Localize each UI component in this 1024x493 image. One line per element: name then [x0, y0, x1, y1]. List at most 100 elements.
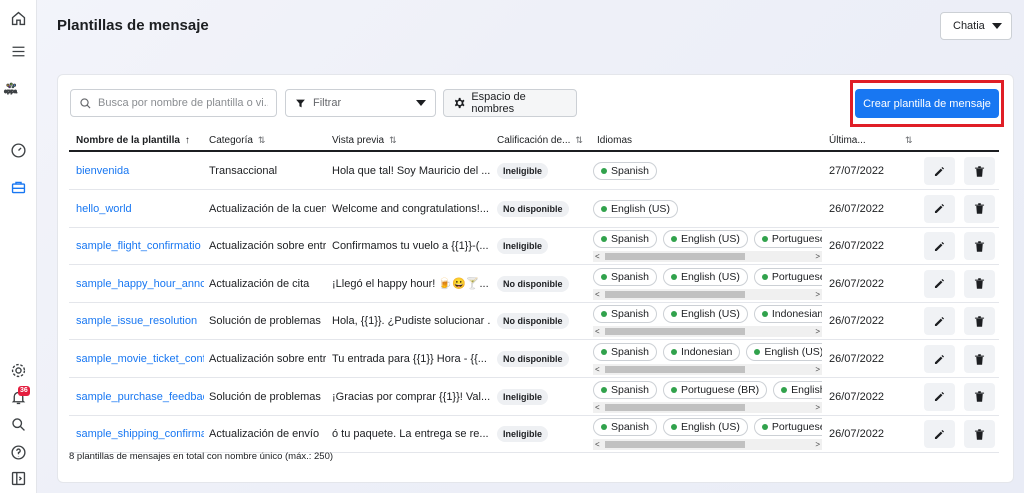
edit-template-button[interactable]	[924, 232, 955, 261]
scroll-left-icon[interactable]: <	[595, 290, 600, 299]
delete-template-button[interactable]	[964, 307, 995, 336]
status-dot-icon	[670, 273, 677, 280]
column-header-score[interactable]: Calificación de... ⇅	[497, 135, 583, 146]
funnel-icon	[296, 99, 305, 107]
scroll-thumb[interactable]	[605, 403, 745, 411]
delete-template-button[interactable]	[964, 232, 995, 261]
namespace-button[interactable]: Espacio de nombres	[443, 89, 577, 117]
menu-icon[interactable]	[9, 42, 28, 61]
languages-scrollbar[interactable]: < >	[593, 364, 822, 375]
delete-template-button[interactable]	[964, 420, 995, 449]
template-name-link[interactable]: sample_happy_hour_annc	[76, 265, 204, 303]
scroll-right-icon[interactable]: >	[815, 327, 820, 336]
column-header-name[interactable]: Nombre de la plantilla ↑	[76, 135, 190, 146]
scroll-thumb[interactable]	[605, 253, 745, 261]
help-icon[interactable]	[9, 443, 28, 462]
languages-list: Spanish Portuguese (BR) English (US	[593, 380, 822, 399]
column-header-updated[interactable]: Última...	[829, 135, 866, 146]
quality-score: No disponible	[497, 340, 589, 378]
caret-down-icon	[416, 100, 426, 106]
scroll-left-icon[interactable]: <	[595, 327, 600, 336]
quality-score: Ineligible	[497, 227, 589, 265]
edit-template-button[interactable]	[924, 157, 955, 185]
status-dot-icon	[601, 205, 607, 212]
table-row: sample_issue_resolution Solución de probl…	[69, 302, 999, 341]
search-box[interactable]	[70, 89, 277, 117]
template-category: Transaccional	[209, 165, 278, 177]
pencil-icon	[933, 240, 946, 253]
scroll-right-icon[interactable]: >	[815, 365, 820, 374]
template-preview: ¡Gracias por comprar {{1}}! Val...	[332, 390, 490, 403]
scroll-thumb[interactable]	[605, 290, 745, 298]
status-dot-icon	[761, 273, 768, 280]
template-name-link[interactable]: sample_purchase_feedbac	[76, 378, 204, 416]
dashboard-gauge-icon[interactable]	[9, 141, 28, 160]
scroll-left-icon[interactable]: <	[595, 252, 600, 261]
home-icon[interactable]	[9, 9, 28, 28]
search-input[interactable]	[98, 97, 268, 109]
sidebar-toggle-icon[interactable]	[9, 469, 28, 488]
toolbox-icon[interactable]	[9, 178, 28, 197]
template-preview: Hola, {{1}}. ¿Pudiste solucionar ...	[332, 315, 490, 328]
pencil-icon	[933, 277, 946, 290]
scroll-right-icon[interactable]: >	[815, 403, 820, 412]
edit-template-button[interactable]	[924, 307, 955, 336]
scroll-left-icon[interactable]: <	[595, 440, 600, 449]
edit-template-button[interactable]	[924, 194, 955, 223]
column-header-updated-sort[interactable]: ⇅	[905, 135, 913, 146]
filter-dropdown[interactable]: Filtrar	[285, 89, 436, 117]
template-preview: ó tu paquete. La entrega se re...	[332, 428, 489, 441]
languages-list: Spanish Indonesian English (US)	[593, 343, 822, 361]
languages-cell: SpanishEnglish (US)Portuguese (BR<>	[593, 415, 826, 453]
languages-scrollbar[interactable]: < >	[593, 288, 822, 300]
column-header-preview[interactable]: Vista previa ⇅	[332, 135, 397, 146]
scroll-right-icon[interactable]: >	[815, 440, 820, 449]
scroll-right-icon[interactable]: >	[815, 252, 820, 261]
account-selector[interactable]: Chatia	[940, 12, 1012, 40]
settings-gear-icon[interactable]	[9, 361, 28, 380]
create-template-button[interactable]: Crear plantilla de mensaje	[855, 89, 999, 118]
delete-template-button[interactable]	[964, 194, 995, 223]
delete-template-button[interactable]	[964, 345, 995, 373]
scroll-left-icon[interactable]: <	[595, 403, 600, 412]
languages-cell: English (US)	[593, 190, 826, 228]
scroll-thumb[interactable]	[605, 441, 745, 449]
delete-template-button[interactable]	[964, 269, 995, 298]
languages-scrollbar[interactable]: < >	[593, 439, 822, 451]
scroll-right-icon[interactable]: >	[815, 290, 820, 299]
table-row: bienvenida Transaccional Hola que tal! Soy…	[69, 152, 999, 190]
languages-scrollbar[interactable]: < >	[593, 326, 822, 338]
template-name-link[interactable]: hello_world	[76, 190, 204, 228]
edit-template-button[interactable]	[924, 345, 955, 373]
languages-scrollbar[interactable]: < >	[593, 251, 822, 263]
template-name-link[interactable]: sample_flight_confirmatio	[76, 227, 204, 265]
language-chip: Portuguese (BR	[753, 418, 822, 437]
column-header-category[interactable]: Categoría ⇅	[209, 135, 265, 146]
trash-icon	[973, 315, 986, 328]
scroll-thumb[interactable]	[605, 328, 745, 336]
pencil-icon	[933, 353, 946, 366]
template-preview: Welcome and congratulations!...	[332, 202, 489, 215]
last-updated-date: 26/07/2022	[829, 353, 885, 365]
template-name-link[interactable]: sample_shipping_confirma	[76, 415, 204, 453]
edit-template-button[interactable]	[924, 420, 955, 449]
delete-template-button[interactable]	[964, 157, 995, 185]
page-title: Plantillas de mensaje	[57, 17, 209, 34]
search-icon[interactable]	[9, 415, 28, 434]
last-updated-date: 27/07/2022	[829, 165, 885, 177]
template-name-link[interactable]: bienvenida	[76, 152, 204, 190]
template-name-link[interactable]: sample_issue_resolution	[76, 302, 204, 340]
quality-score-badge: No disponible	[497, 275, 569, 292]
delete-template-button[interactable]	[964, 382, 995, 411]
edit-template-button[interactable]	[924, 269, 955, 298]
template-name-link[interactable]: sample_movie_ticket_conf	[76, 340, 204, 378]
languages-list: Spanish English (US) Portuguese (BR	[593, 418, 822, 437]
languages-scrollbar[interactable]: < >	[593, 401, 822, 413]
edit-template-button[interactable]	[924, 382, 955, 411]
template-preview: ¡Llegó el happy hour! 🍺😀🍸...	[332, 278, 489, 291]
status-dot-icon	[670, 311, 677, 318]
scroll-left-icon[interactable]: <	[595, 365, 600, 374]
table-row: sample_happy_hour_annc Actualización de c…	[69, 265, 999, 303]
templates-count-note: 8 plantillas de mensajes en total con no…	[69, 451, 334, 462]
scroll-thumb[interactable]	[605, 366, 745, 373]
